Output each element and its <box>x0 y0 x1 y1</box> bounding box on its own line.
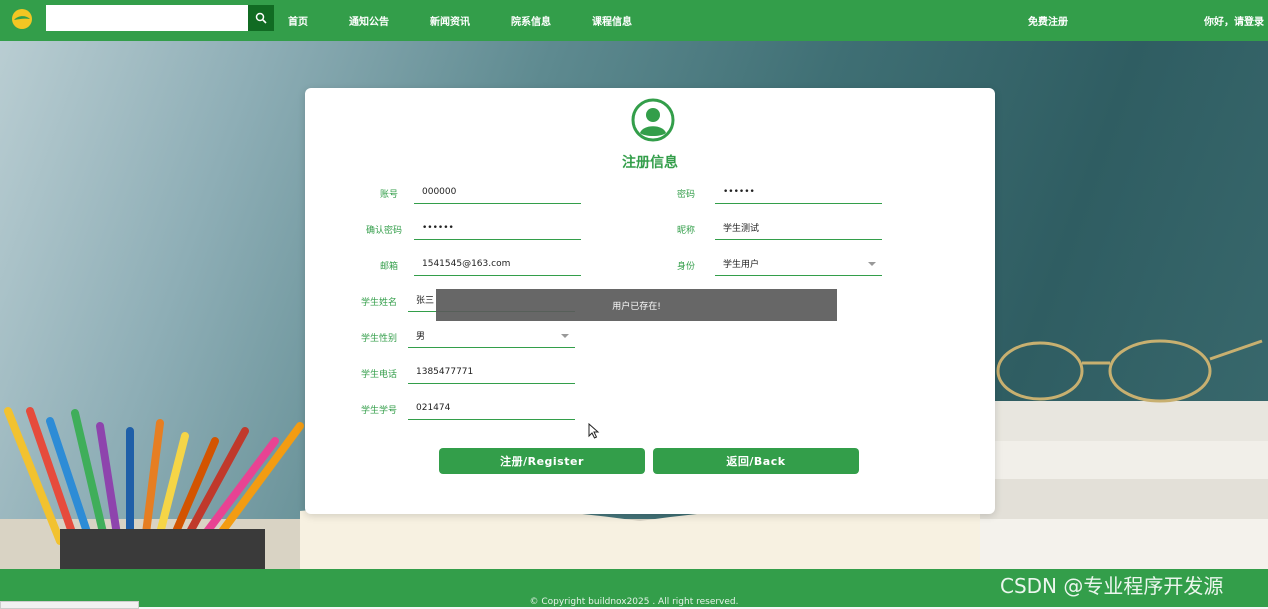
chevron-down-icon <box>561 334 569 338</box>
search-button[interactable] <box>248 5 274 31</box>
search-icon <box>255 12 267 24</box>
account-value: 000000 <box>422 186 457 197</box>
account-field[interactable]: 000000 <box>414 180 581 204</box>
student-gender-value: 男 <box>416 332 426 342</box>
nav-home[interactable]: 首页 <box>288 13 308 28</box>
confirm-password-value: •••••• <box>422 222 454 233</box>
nav-news[interactable]: 新闻资讯 <box>430 13 470 28</box>
account-label: 账号 <box>379 190 398 200</box>
role-select[interactable]: 学生用户 <box>715 252 882 276</box>
login-link[interactable]: 你好，请登录 <box>1204 0 1264 41</box>
top-navbar: 首页 通知公告 新闻资讯 院系信息 课程信息 免费注册 你好，请登录 <box>0 0 1268 41</box>
search-input[interactable] <box>46 5 248 31</box>
watermark: CSDN @专业程序开发源 <box>1000 574 1224 598</box>
error-toast: 用户已存在! <box>436 289 837 321</box>
status-url-tooltip <box>0 601 139 609</box>
user-avatar-icon <box>631 98 675 142</box>
email-field[interactable]: 1541545@163.com <box>414 252 581 276</box>
form-title: 注册信息 <box>622 155 678 171</box>
back-button[interactable]: 返回/Back <box>653 448 859 474</box>
email-label: 邮箱 <box>379 262 398 272</box>
role-value: 学生用户 <box>723 260 760 270</box>
nickname-value: 学生测试 <box>723 224 760 234</box>
student-id-value: 021474 <box>416 402 451 413</box>
password-value: •••••• <box>723 186 755 197</box>
student-id-field[interactable]: 021474 <box>408 396 575 420</box>
student-id-label: 学生学号 <box>360 406 397 416</box>
confirm-password-label: 确认密码 <box>365 226 402 236</box>
password-field[interactable]: •••••• <box>715 180 882 204</box>
password-label: 密码 <box>676 190 695 200</box>
search-bar <box>46 5 274 31</box>
nav-courses[interactable]: 课程信息 <box>592 13 632 28</box>
nickname-field[interactable]: 学生测试 <box>715 216 882 240</box>
logo-icon[interactable] <box>10 7 34 31</box>
email-value: 1541545@163.com <box>422 258 511 269</box>
student-gender-select[interactable]: 男 <box>408 324 575 348</box>
confirm-password-field[interactable]: •••••• <box>414 216 581 240</box>
student-gender-label: 学生性别 <box>360 334 397 344</box>
main-nav: 首页 通知公告 新闻资讯 院系信息 课程信息 <box>288 0 673 41</box>
nav-departments[interactable]: 院系信息 <box>511 13 551 28</box>
role-label: 身份 <box>676 262 695 272</box>
student-name-label: 学生姓名 <box>360 298 397 308</box>
mouse-cursor-icon <box>588 422 600 443</box>
student-phone-value: 1385477771 <box>416 366 474 377</box>
student-phone-field[interactable]: 1385477771 <box>408 360 575 384</box>
nav-notices[interactable]: 通知公告 <box>349 13 389 28</box>
free-register-link[interactable]: 免费注册 <box>1028 0 1068 41</box>
student-phone-label: 学生电话 <box>360 370 397 380</box>
nickname-label: 昵称 <box>676 226 695 236</box>
register-button[interactable]: 注册/Register <box>439 448 645 474</box>
student-name-value: 张三 <box>416 296 435 306</box>
chevron-down-icon <box>868 262 876 266</box>
